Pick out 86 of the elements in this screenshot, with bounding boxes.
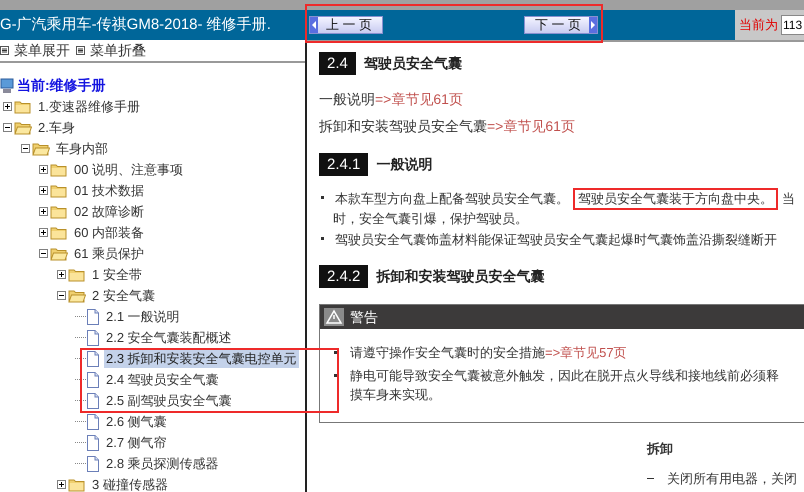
tree-item[interactable]: 2.7 侧气帘 [104, 434, 169, 452]
tree-item[interactable]: 2 安全气囊 [90, 286, 157, 304]
section-number: 2.4 [319, 52, 356, 75]
step-text: 关闭所有用电器，关闭 [667, 470, 797, 488]
tree-item[interactable]: 61 乘员保护 [72, 244, 146, 262]
document-icon [86, 308, 100, 324]
folder-icon [50, 184, 68, 198]
tree-item[interactable]: 2.4 驾驶员安全气囊 [104, 370, 221, 388]
folder-icon [68, 268, 86, 282]
bullet-icon [334, 374, 337, 377]
plus-box-icon[interactable] [57, 270, 66, 279]
bullet-text: 当 [781, 190, 796, 208]
tree-item[interactable]: 2.车身 [36, 118, 77, 136]
tree-item[interactable]: 2.1 一般说明 [104, 308, 182, 326]
minus-box-icon[interactable] [3, 123, 12, 132]
minus-box-icon[interactable] [57, 291, 66, 300]
title-bar: G-广汽乘用车-传祺GM8-2018- 维修手册. [0, 10, 305, 40]
section-title: 一般说明 [376, 155, 432, 174]
minus-box-icon[interactable] [39, 249, 48, 258]
warning-text: 静电可能导致安全气囊被意外触发，因此在脱开点火导线和接地线前必须释 [350, 367, 779, 385]
tree-item[interactable]: 1 安全带 [90, 266, 144, 284]
tree-item[interactable]: 2.3 拆卸和安装安全气囊电控单元 [104, 350, 299, 368]
folder-icon [50, 162, 68, 176]
open-folder-icon [14, 120, 32, 134]
bullet-icon [321, 237, 324, 240]
bullet-icon [334, 351, 337, 354]
bullet-text: 本款车型方向盘上配备驾驶员安全气囊。 [334, 190, 570, 208]
next-page-button[interactable]: 下 一 页 [524, 16, 598, 34]
section-number: 2.4.1 [319, 153, 368, 176]
page-link[interactable]: =>章节见61页 [375, 91, 463, 107]
tree-item[interactable]: 01 技术数据 [72, 182, 146, 200]
plus-box-icon[interactable] [39, 228, 48, 237]
plus-box-icon[interactable] [57, 480, 66, 489]
tree-item[interactable]: 00 说明、注意事项 [72, 160, 186, 178]
folder-icon [14, 100, 32, 114]
page-link[interactable]: =>章节见57页 [545, 345, 627, 360]
warning-text: 请遵守操作安全气囊时的安全措施=>章节见57页 [350, 344, 627, 362]
reference-text: 拆卸和安装驾驶员安全气囊=>章节见61页 [319, 117, 576, 136]
previous-page-button[interactable]: 上 一 页 [309, 16, 384, 34]
warning-icon [324, 308, 344, 326]
tree-item[interactable]: 2.8 乘员探测传感器 [104, 454, 221, 472]
bullet-text: 驾驶员安全气囊饰盖材料能保证驾驶员安全气囊起爆时气囊饰盖沿撕裂缝断开 [334, 231, 778, 249]
computer-icon [0, 78, 14, 94]
tree-item[interactable]: 60 内部装备 [72, 224, 146, 242]
folder-icon [50, 204, 68, 218]
list-icon [76, 46, 85, 55]
folder-icon [50, 226, 68, 240]
bullet-icon [321, 196, 324, 199]
tree-item[interactable]: 2.6 侧气囊 [104, 412, 169, 430]
menu-button[interactable]: 菜单展开 [0, 40, 70, 61]
document-icon [86, 414, 100, 430]
tree-item[interactable]: 车身内部 [54, 140, 110, 158]
plus-box-icon[interactable] [3, 102, 12, 111]
minus-box-icon[interactable] [21, 144, 30, 153]
section-title: 驾驶员安全气囊 [364, 54, 462, 73]
open-folder-icon [68, 288, 86, 302]
warning-text: 摸车身来实现。 [350, 386, 442, 404]
tree-item[interactable]: 3 碰撞传感器 [90, 476, 170, 492]
plus-box-icon[interactable] [39, 207, 48, 216]
document-icon [86, 372, 100, 388]
open-folder-icon [50, 246, 68, 260]
document-icon [86, 434, 100, 450]
page-number-field[interactable]: 113 [781, 15, 804, 35]
section-number: 2.4.2 [319, 265, 368, 288]
document-icon [86, 456, 100, 472]
tree-item[interactable]: 2.5 副驾驶员安全气囊 [104, 392, 234, 410]
document-icon [86, 392, 100, 408]
current-page-label: 当前为 [739, 16, 778, 34]
page-link[interactable]: =>章节见61页 [487, 118, 575, 134]
folder-icon [68, 478, 86, 492]
plus-box-icon[interactable] [39, 186, 48, 195]
tree-item[interactable]: 2.2 安全气囊装配概述 [104, 328, 234, 346]
document-icon [86, 330, 100, 346]
reference-text: 一般说明=>章节见61页 [319, 90, 464, 109]
bullet-text: 时，安全气囊引爆，保护驾驶员。 [333, 210, 529, 228]
tree-item[interactable]: 02 故障诊断 [72, 202, 146, 220]
menu-button[interactable]: 菜单折叠 [76, 40, 146, 61]
document-icon [86, 350, 100, 366]
open-folder-icon [32, 142, 50, 156]
removal-title: 拆卸 [647, 440, 674, 458]
section-title: 拆卸和安装驾驶员安全气囊 [376, 267, 544, 286]
warning-title: 警告 [350, 308, 378, 326]
tree-root-label: 当前:维修手册 [17, 76, 106, 95]
tree-item[interactable]: 1.变速器维修手册 [36, 98, 142, 116]
highlighted-text: 驾驶员安全气囊装于方向盘中央。 [573, 188, 778, 210]
plus-box-icon[interactable] [39, 165, 48, 174]
